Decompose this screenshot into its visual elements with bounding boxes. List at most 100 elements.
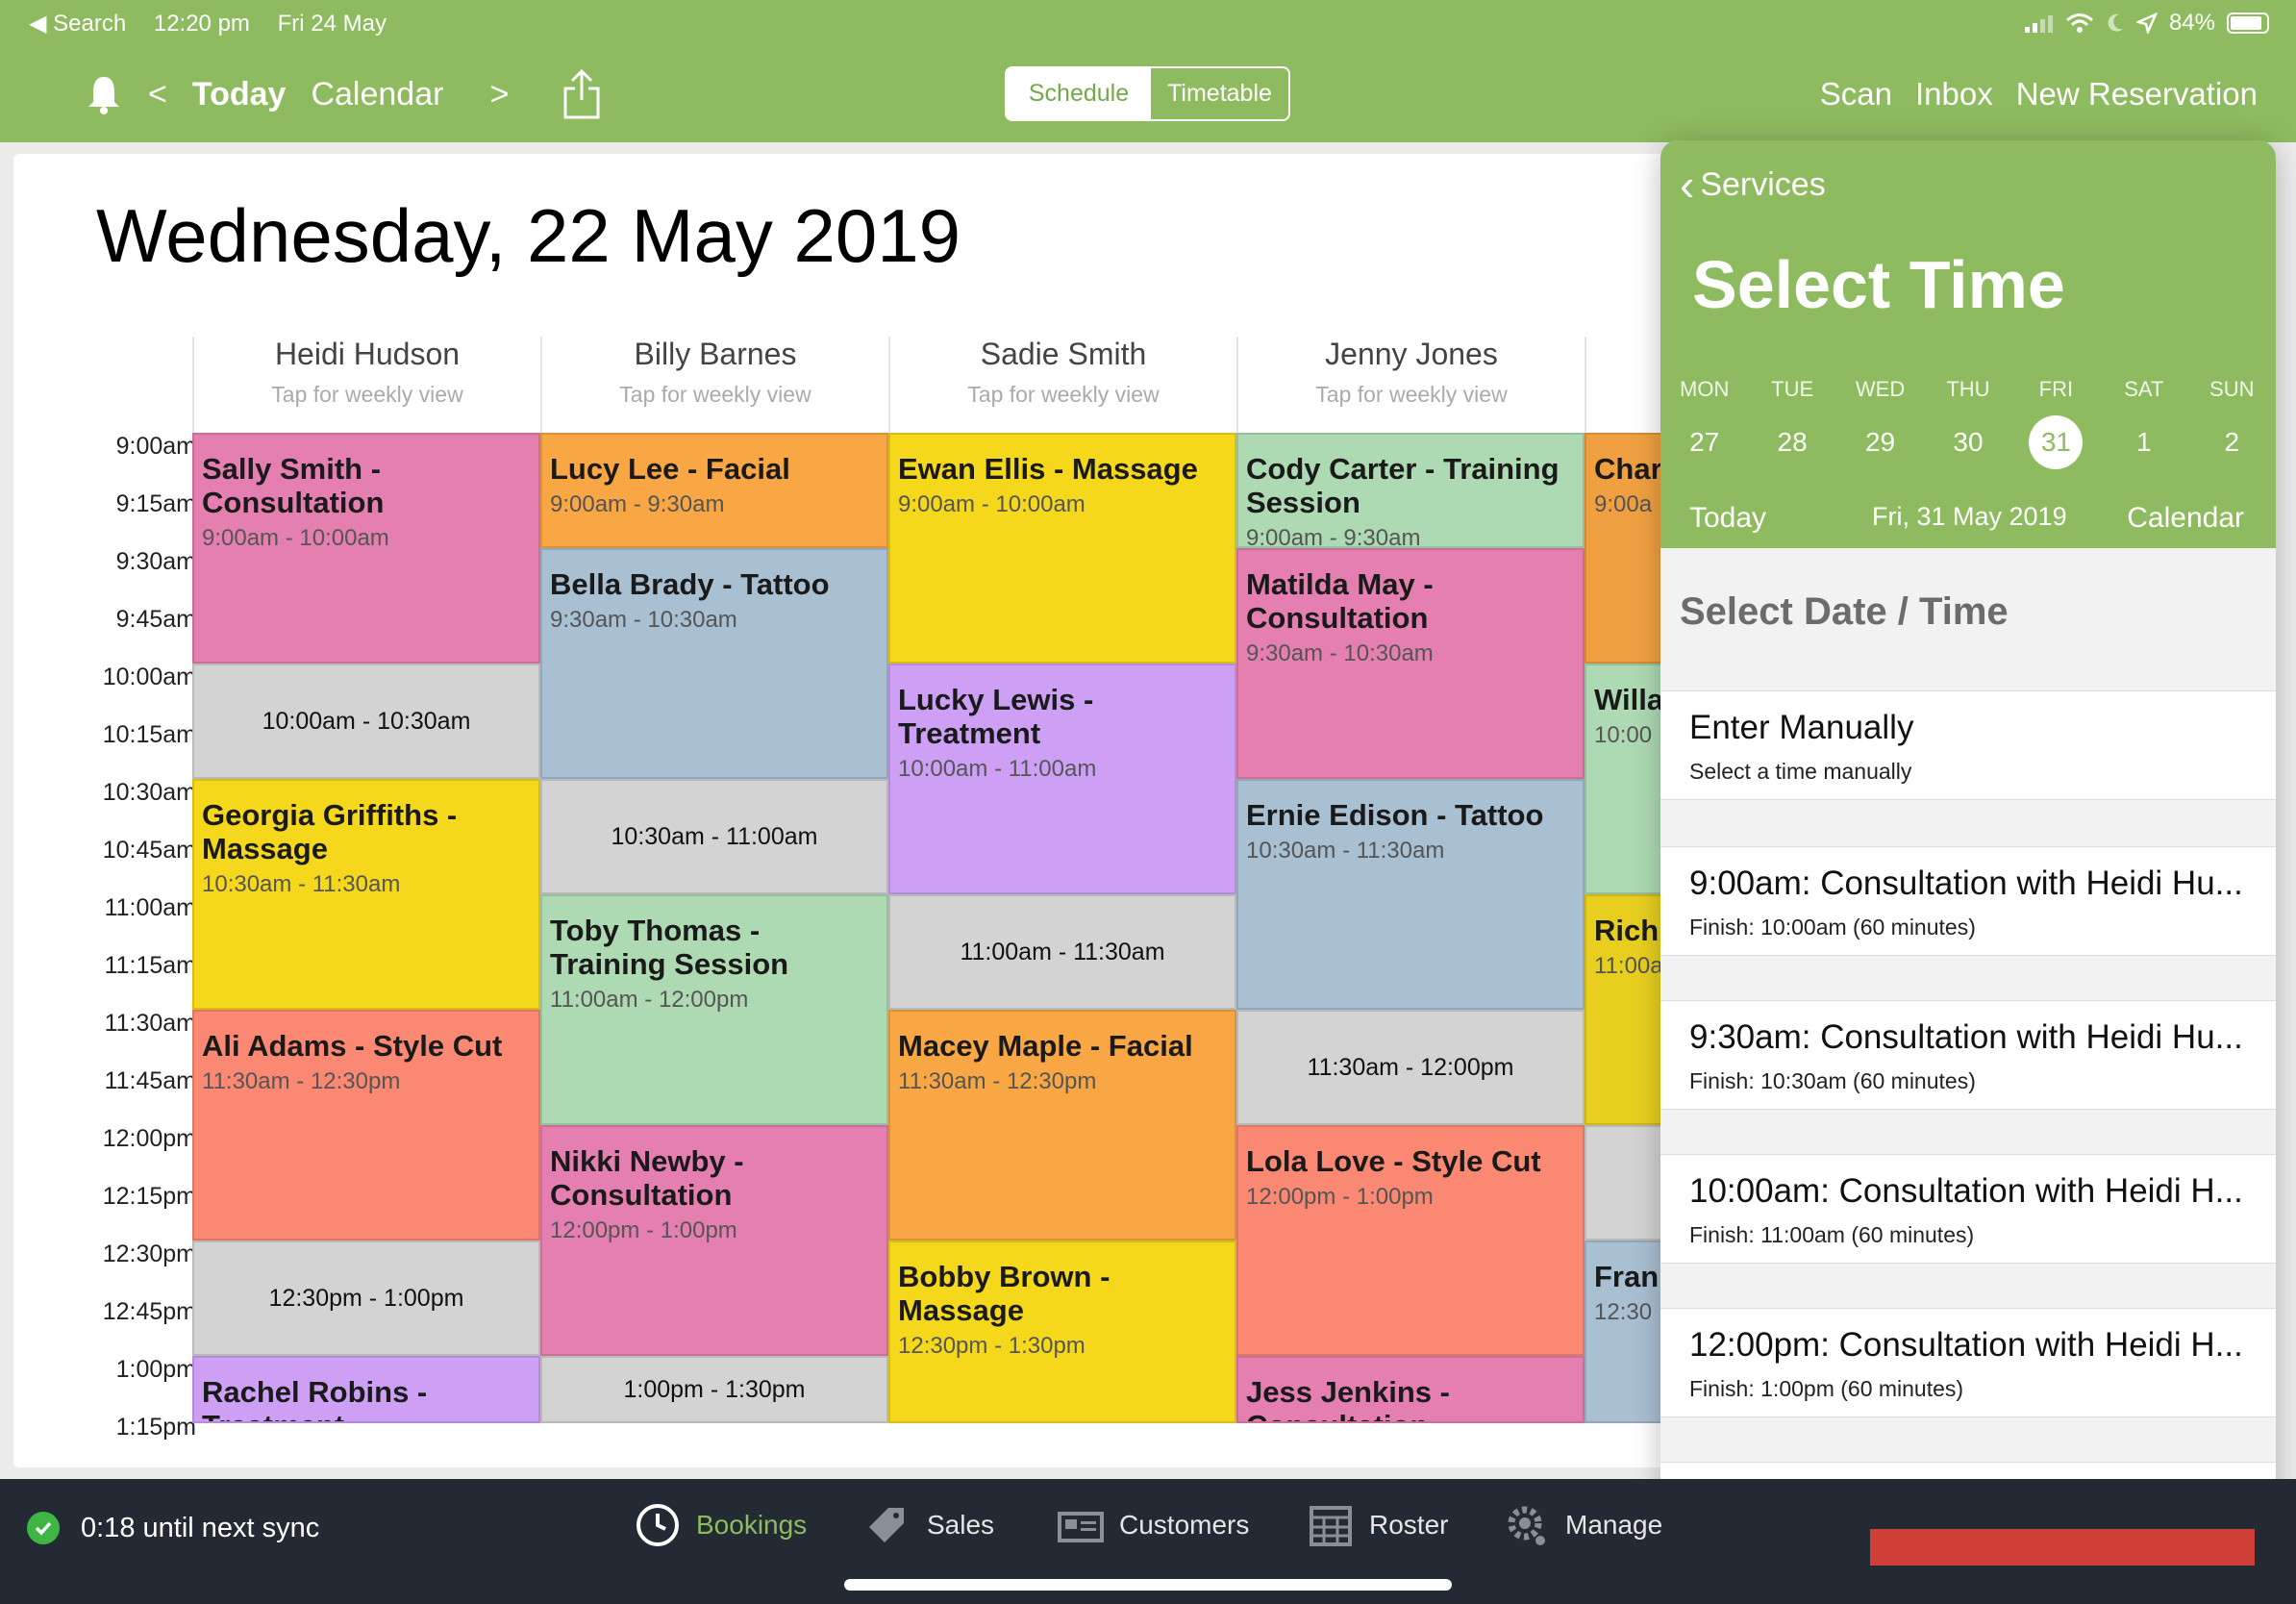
day-number[interactable]: 2 xyxy=(2205,415,2259,469)
appointment-time: 11:00am - 12:00pm xyxy=(550,987,749,1013)
new-reservation-button[interactable]: New Reservation xyxy=(2016,76,2258,113)
back-to-search-link[interactable]: ◀ Search xyxy=(29,11,126,37)
appointment-block[interactable]: Jess Jenkins - Consultation1:00pm - 2:00… xyxy=(1236,1356,1585,1423)
inbox-button[interactable]: Inbox xyxy=(1915,76,1993,113)
timetable-segment[interactable]: Timetable xyxy=(1151,68,1288,119)
free-slot-time: 11:30am - 12:00pm xyxy=(1307,1053,1514,1081)
appointment-title: Lola Love - Style Cut xyxy=(1246,1144,1541,1178)
free-slot[interactable]: 10:00am - 10:30am xyxy=(192,664,540,779)
appointment-block[interactable]: Lola Love - Style Cut 12:00pm - 1:00pm xyxy=(1236,1125,1585,1356)
appointment-block[interactable]: Cody Carter - Training Session 9:00am - 9… xyxy=(1236,433,1585,548)
time-slot-row[interactable]: 9:30am: Consultation with Heidi Hu... Fin… xyxy=(1660,1000,2276,1110)
panel-calendar-button[interactable]: Calendar xyxy=(2127,502,2244,535)
day-number-row: 27 28 29 30 31 1 2 xyxy=(1660,415,2276,469)
day-cell: 31 xyxy=(2012,415,2100,469)
tab-manage[interactable]: Manage xyxy=(1504,1502,1662,1548)
staff-header-jenny[interactable]: Jenny Jones Tap for weekly view xyxy=(1236,337,1585,433)
appointment-time: 11:30am - 12:30pm xyxy=(202,1068,401,1094)
time-label: 11:00am xyxy=(104,894,196,921)
time-label: 12:15pm xyxy=(102,1183,196,1210)
selected-day-number[interactable]: 31 xyxy=(2029,415,2084,469)
calendar-grid-icon xyxy=(1310,1506,1352,1546)
day-number[interactable]: 1 xyxy=(2117,415,2171,469)
appointment-block[interactable]: Bobby Brown - Massage 12:30pm - 1:30pm xyxy=(888,1241,1236,1423)
appointment-block[interactable]: Georgia Griffiths - Massage 10:30am - 11:… xyxy=(192,779,540,1010)
staff-weekly-hint: Tap for weekly view xyxy=(271,382,463,407)
weekday-row: MON TUE WED THU FRI SAT SUN xyxy=(1660,377,2276,402)
staff-weekly-hint: Tap for weekly view xyxy=(1315,382,1508,407)
appointment-title: Georgia Griffiths - Massage xyxy=(202,798,458,865)
tab-sales[interactable]: Sales xyxy=(865,1502,994,1548)
top-bar: ◀ Search 12:20 pm Fri 24 May 84% < Today… xyxy=(0,0,2296,142)
day-cell: 28 xyxy=(1748,415,1835,469)
bell-icon[interactable] xyxy=(85,73,123,115)
appointment-time: 9:30am - 10:30am xyxy=(1246,640,1434,666)
services-back-button[interactable]: ‹ Services xyxy=(1680,163,1826,207)
appointment-title: Bobby Brown - Massage xyxy=(898,1260,1111,1327)
time-label: 11:45am xyxy=(104,1067,196,1094)
day-number[interactable]: 29 xyxy=(1854,415,1908,469)
tab-label: Bookings xyxy=(696,1510,808,1540)
appointment-block[interactable]: Ali Adams - Style Cut 11:30am - 12:30pm xyxy=(192,1010,540,1241)
appointment-block[interactable]: Bella Brady - Tattoo 9:30am - 10:30am xyxy=(540,548,888,779)
appointment-block[interactable]: Ernie Edison - Tattoo 10:30am - 11:30am xyxy=(1236,779,1585,1010)
time-slot-row[interactable]: 10:00am: Consultation with Heidi H... Fin… xyxy=(1660,1154,2276,1264)
slot-title: 9:00am: Consultation with Heidi Hu... xyxy=(1689,865,2243,902)
free-slot[interactable]: 11:00am - 11:30am xyxy=(888,894,1236,1010)
appointment-block[interactable]: Nikki Newby - Consultation 12:00pm - 1:00… xyxy=(540,1125,888,1356)
day-number[interactable]: 28 xyxy=(1765,415,1819,469)
appointment-title: Lucky Lewis - Treatment xyxy=(898,683,1094,750)
appointment-block[interactable]: Lucky Lewis - Treatment 10:00am - 11:00am xyxy=(888,664,1236,894)
signal-icon xyxy=(2024,15,2053,33)
staff-header-heidi[interactable]: Heidi Hudson Tap for weekly view xyxy=(192,337,540,433)
appointment-block[interactable]: Toby Thomas - Training Session 11:00am - … xyxy=(540,894,888,1125)
appointment-block[interactable]: Ewan Ellis - Massage 9:00am - 10:00am xyxy=(888,433,1236,664)
time-label: 10:30am xyxy=(102,779,196,806)
free-slot[interactable]: 10:30am - 11:00am xyxy=(540,779,888,894)
time-label: 10:45am xyxy=(102,837,196,864)
free-slot[interactable]: 12:30pm - 1:00pm xyxy=(192,1241,540,1356)
free-slot[interactable]: 11:30am - 12:00pm xyxy=(1236,1010,1585,1125)
weekday-label: MON xyxy=(1680,377,1730,401)
slot-finish: Finish: 10:00am (60 minutes) xyxy=(1689,915,1976,940)
appointment-block[interactable]: Rachel Robins - Treatment1:00pm - 2:00pm xyxy=(192,1356,540,1423)
schedule-segment[interactable]: Schedule xyxy=(1007,68,1151,119)
scan-button[interactable]: Scan xyxy=(1820,76,1892,113)
weekday-label: SUN xyxy=(2209,377,2255,401)
staff-header-billy[interactable]: Billy Barnes Tap for weekly view xyxy=(540,337,888,433)
time-label: 9:15am xyxy=(115,490,196,517)
clock-icon xyxy=(636,1504,679,1546)
tab-label: Manage xyxy=(1565,1510,1663,1540)
appointment-title: Cody Carter - Training Session xyxy=(1246,452,1560,519)
enter-manually-row[interactable]: Enter Manually Select a time manually xyxy=(1660,690,2276,800)
share-icon[interactable] xyxy=(562,69,601,119)
staff-header-sadie[interactable]: Sadie Smith Tap for weekly view xyxy=(888,337,1236,433)
tab-roster[interactable]: Roster xyxy=(1308,1502,1448,1548)
appointment-title: Bella Brady - Tattoo xyxy=(550,567,830,601)
staff-weekly-hint: Tap for weekly view xyxy=(619,382,811,407)
previous-day-button[interactable]: < xyxy=(148,76,167,113)
calendar-button[interactable]: Calendar xyxy=(311,76,443,113)
day-number[interactable]: 30 xyxy=(1941,415,1995,469)
appointment-block[interactable]: Macey Maple - Facial 11:30am - 12:30pm xyxy=(888,1010,1236,1241)
appointment-block[interactable]: Lucy Lee - Facial 9:00am - 9:30am xyxy=(540,433,888,548)
day-number[interactable]: 27 xyxy=(1678,415,1732,469)
tab-customers[interactable]: Customers xyxy=(1058,1502,1249,1548)
tab-bookings[interactable]: Bookings xyxy=(635,1502,807,1548)
free-slot-time: 11:00am - 11:30am xyxy=(960,938,1165,965)
appointment-block[interactable]: Sally Smith - Consultation 9:00am - 10:00… xyxy=(192,433,540,664)
free-slot-time: 10:00am - 10:30am xyxy=(262,707,471,735)
section-heading: Select Date / Time xyxy=(1680,590,2009,633)
today-button[interactable]: Today xyxy=(192,76,287,113)
appointment-time: 9:00am - 9:30am xyxy=(550,491,725,517)
free-slot[interactable]: 1:00pm - 1:30pm xyxy=(540,1356,888,1423)
appointment-block[interactable]: Matilda May - Consultation 9:30am - 10:30… xyxy=(1236,548,1585,779)
home-indicator[interactable] xyxy=(844,1579,1452,1591)
time-slot-row[interactable]: 9:00am: Consultation with Heidi Hu... Fin… xyxy=(1660,846,2276,956)
appointment-time: 9:00am - 10:00am xyxy=(202,525,389,551)
time-slot-row[interactable]: 12:00pm: Consultation with Heidi H... Fin… xyxy=(1660,1308,2276,1417)
panel-today-button[interactable]: Today xyxy=(1689,502,1766,535)
slot-title: 9:30am: Consultation with Heidi Hu... xyxy=(1689,1018,2243,1056)
next-day-button[interactable]: > xyxy=(489,76,509,113)
tab-label: Roster xyxy=(1369,1510,1449,1540)
